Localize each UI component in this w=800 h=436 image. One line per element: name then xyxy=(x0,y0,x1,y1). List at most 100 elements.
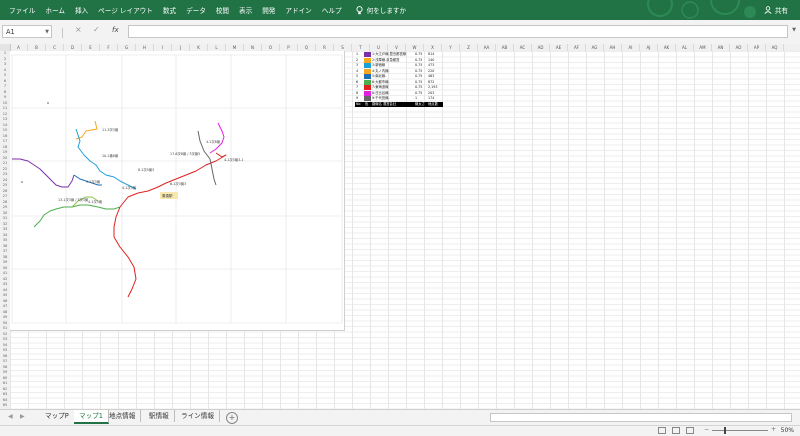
formula-input[interactable] xyxy=(128,25,788,38)
next-sheet-icon[interactable]: ▶ xyxy=(20,413,25,420)
tab-review[interactable]: 校閲 xyxy=(211,5,234,15)
sheet-tab-points[interactable]: 地点情報 xyxy=(104,410,142,422)
column-header-cell[interactable]: Q xyxy=(298,44,316,51)
route-line-dokkaku xyxy=(12,158,75,188)
sheet-tab-map-p[interactable]: マップP xyxy=(40,410,75,422)
column-header-cell[interactable]: AE xyxy=(550,44,568,51)
column-header-cell[interactable]: I xyxy=(154,44,172,51)
column-header-cell[interactable]: AP xyxy=(748,44,766,51)
status-bar: − + 50% xyxy=(0,425,800,436)
highlight-label: 乗換駅 xyxy=(162,193,173,198)
tab-insert[interactable]: 挿入 xyxy=(70,5,93,15)
column-header-cell[interactable]: M xyxy=(226,44,244,51)
tell-me-label: 何をしますか xyxy=(366,7,407,15)
route-map-chart[interactable]: 11-3次3番 10-1番8番 8-1次5番3 9-1次3番 4-1次3番 13… xyxy=(10,51,345,331)
column-header-cell[interactable]: AD xyxy=(532,44,550,51)
tab-addins[interactable]: アドイン xyxy=(280,5,316,15)
tab-view[interactable]: 表示 xyxy=(234,5,257,15)
column-header-cell[interactable]: K xyxy=(190,44,208,51)
route-legend-table: 1 1:大江戸線-豊島都営線 0.75 814 2 2:浅草線-京急都営 0.75 140 3 3… xyxy=(355,52,443,107)
ribbon-bar: ファイル ホーム 挿入 ページ レイアウト 数式 データ 校閲 表示 開発 アド… xyxy=(0,0,800,20)
column-header-cell[interactable]: AO xyxy=(730,44,748,51)
tab-file[interactable]: ファイル xyxy=(4,5,40,15)
column-header-cell[interactable]: AN xyxy=(712,44,730,51)
map-dot xyxy=(21,181,23,183)
column-header-cell[interactable]: AF xyxy=(568,44,586,51)
legend-color-swatch xyxy=(364,96,371,101)
column-header-cell[interactable]: Z xyxy=(460,44,478,51)
column-header-cell[interactable]: T xyxy=(352,44,370,51)
sheet-tab-lines[interactable]: ライン情報 xyxy=(176,410,220,422)
column-header-cell[interactable]: H xyxy=(136,44,154,51)
zoom-slider[interactable] xyxy=(712,430,768,431)
page-break-view-icon[interactable] xyxy=(686,427,694,434)
column-header-cell[interactable]: O xyxy=(262,44,280,51)
horizontal-scrollbar[interactable] xyxy=(490,413,792,422)
share-button[interactable]: 共有 xyxy=(764,0,788,20)
tell-me-box[interactable]: 何をしますか xyxy=(351,5,412,15)
tab-home[interactable]: ホーム xyxy=(40,5,70,15)
tab-help[interactable]: ヘルプ xyxy=(317,5,347,15)
column-header-cell[interactable]: W xyxy=(406,44,424,51)
enter-icon[interactable]: ✓ xyxy=(93,25,100,34)
column-header-cell[interactable]: N xyxy=(244,44,262,51)
add-sheet-button[interactable]: + xyxy=(226,412,238,424)
column-header-cell[interactable]: AH xyxy=(604,44,622,51)
column-header-cell[interactable]: AJ xyxy=(640,44,658,51)
route-line-yokohama xyxy=(209,122,225,154)
prev-sheet-icon[interactable]: ◀ xyxy=(8,413,13,420)
zoom-slider-thumb[interactable] xyxy=(724,427,726,434)
expand-formula-icon[interactable]: ▼ xyxy=(792,27,796,33)
column-header-cell[interactable]: P xyxy=(280,44,298,51)
column-header-cell[interactable]: R xyxy=(316,44,334,51)
station-label: 8-1次5番3 xyxy=(138,167,154,172)
column-header-cell[interactable]: J xyxy=(172,44,190,51)
name-box[interactable]: A1 ▼ xyxy=(2,25,52,38)
function-icon[interactable]: fx xyxy=(112,26,119,34)
column-header-cell[interactable]: U xyxy=(370,44,388,51)
column-header-cell[interactable]: B xyxy=(28,44,46,51)
legend-color-header: 色 xyxy=(365,101,369,106)
column-header-cell[interactable]: V xyxy=(388,44,406,51)
column-header-cell[interactable]: AC xyxy=(514,44,532,51)
tab-data[interactable]: データ xyxy=(181,5,211,15)
row-header-cell[interactable]: 65 xyxy=(0,403,10,409)
zoom-level[interactable]: 50% xyxy=(781,427,794,434)
normal-view-icon[interactable] xyxy=(658,427,666,434)
column-header-cell[interactable]: D xyxy=(64,44,82,51)
column-header-cell[interactable]: AG xyxy=(586,44,604,51)
name-box-value: A1 xyxy=(6,28,15,36)
column-header-cell[interactable]: F xyxy=(100,44,118,51)
station-label: 10-1番8番 xyxy=(102,153,119,158)
chevron-down-icon[interactable]: ▼ xyxy=(45,26,49,39)
station-label: 6-1次3番3 xyxy=(170,181,186,186)
column-header-cell[interactable]: AL xyxy=(676,44,694,51)
tab-developer[interactable]: 開発 xyxy=(257,5,280,15)
tab-formulas[interactable]: 数式 xyxy=(158,5,181,15)
sheet-tab-stations[interactable]: 駅情報 xyxy=(144,410,175,422)
lightbulb-icon xyxy=(356,5,363,14)
column-header-cell[interactable]: AM xyxy=(694,44,712,51)
column-header-cell[interactable]: A xyxy=(10,44,28,51)
column-header-cell[interactable]: AI xyxy=(622,44,640,51)
column-header-cell[interactable]: AQ xyxy=(766,44,784,51)
legend-color-swatch xyxy=(364,79,371,85)
column-header-cell[interactable]: L xyxy=(208,44,226,51)
station-label: 11-3次3番 xyxy=(102,127,119,132)
zoom-in-icon[interactable]: + xyxy=(771,426,776,433)
column-header-cell[interactable]: AK xyxy=(658,44,676,51)
select-all-corner[interactable] xyxy=(0,44,11,51)
column-header-cell[interactable]: S xyxy=(334,44,352,51)
legend-width: 線太さ xyxy=(415,101,425,106)
page-layout-view-icon[interactable] xyxy=(672,427,680,434)
tab-page-layout[interactable]: ページ レイアウト xyxy=(93,5,158,15)
column-header-cell[interactable]: E xyxy=(82,44,100,51)
column-header-cell[interactable]: X xyxy=(424,44,442,51)
column-header-cell[interactable]: AA xyxy=(478,44,496,51)
column-header-cell[interactable]: Y xyxy=(442,44,460,51)
zoom-out-icon[interactable]: − xyxy=(704,426,709,433)
column-header-cell[interactable]: G xyxy=(118,44,136,51)
column-header-cell[interactable]: AB xyxy=(496,44,514,51)
column-header-cell[interactable]: C xyxy=(46,44,64,51)
cancel-icon[interactable]: × xyxy=(75,25,82,34)
